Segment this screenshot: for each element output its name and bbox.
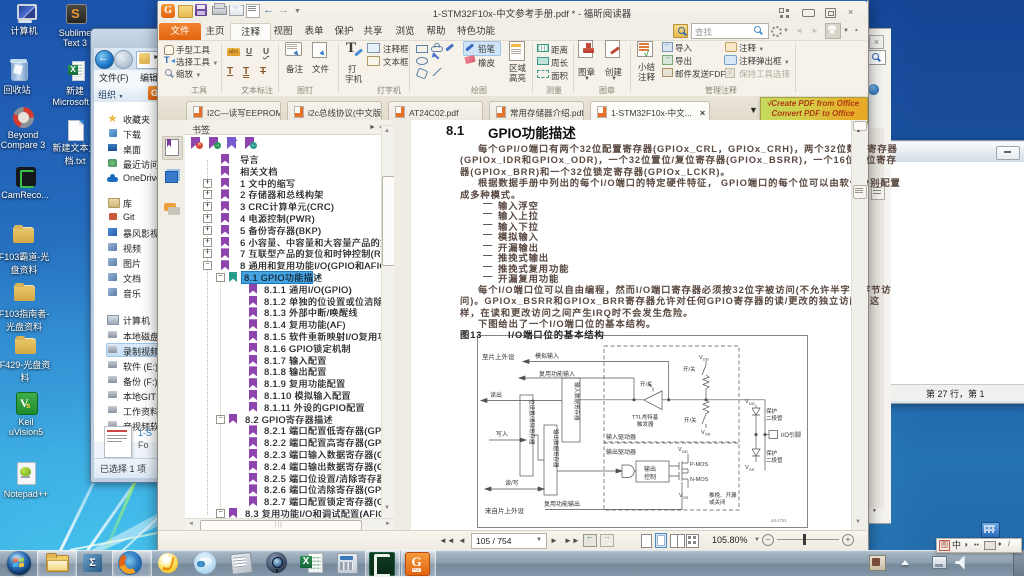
- svg-text:ai14781: ai14781: [771, 518, 788, 523]
- svg-text:开/关: 开/关: [683, 365, 696, 373]
- svg-text:输出数据寄存器: 输出数据寄存器: [552, 429, 560, 468]
- svg-text:DD: DD: [749, 401, 755, 406]
- svg-text:N-MOS: N-MOS: [690, 477, 709, 483]
- svg-text:DD: DD: [682, 449, 688, 454]
- svg-text:模拟输入: 模拟输入: [535, 352, 559, 360]
- svg-text:I/O引脚: I/O引脚: [781, 431, 801, 439]
- svg-text:复用功能输出: 复用功能输出: [544, 500, 580, 508]
- svg-text:读出: 读出: [490, 391, 502, 399]
- svg-text:输出驱动器: 输出驱动器: [606, 448, 636, 456]
- svg-text:触发器: 触发器: [637, 420, 654, 428]
- svg-text:来自片上外设: 来自片上外设: [485, 506, 525, 515]
- svg-text:输出: 输出: [644, 465, 656, 473]
- svg-text:开/关: 开/关: [640, 380, 653, 388]
- svg-text:控制: 控制: [644, 473, 656, 481]
- svg-text:P-MOS: P-MOS: [690, 462, 708, 468]
- svg-text:位设置/清除寄存器: 位设置/清除寄存器: [528, 399, 536, 445]
- svg-text:或关闭: 或关闭: [709, 498, 726, 506]
- svg-text:读/写: 读/写: [505, 479, 519, 487]
- svg-text:SS: SS: [683, 495, 689, 500]
- svg-text:保护: 保护: [766, 449, 778, 457]
- svg-text:开/关: 开/关: [684, 416, 697, 424]
- svg-text:至片上外设: 至片上外设: [482, 352, 515, 361]
- svg-text:保护: 保护: [766, 407, 778, 415]
- svg-text:推挽、开漏: 推挽、开漏: [709, 491, 737, 499]
- svg-text:复用功能输入: 复用功能输入: [539, 370, 575, 378]
- svg-text:写入: 写入: [496, 431, 508, 438]
- svg-text:二极管: 二极管: [766, 414, 783, 422]
- svg-text:二极管: 二极管: [766, 456, 783, 464]
- svg-text:输入数据寄存器: 输入数据寄存器: [573, 382, 581, 421]
- svg-text:TTL肖特基: TTL肖特基: [632, 413, 659, 421]
- svg-text:输入驱动器: 输入驱动器: [606, 433, 636, 441]
- svg-text:SS: SS: [749, 467, 755, 472]
- svg-text:SS: SS: [705, 432, 711, 437]
- svg-text:DD: DD: [703, 357, 709, 362]
